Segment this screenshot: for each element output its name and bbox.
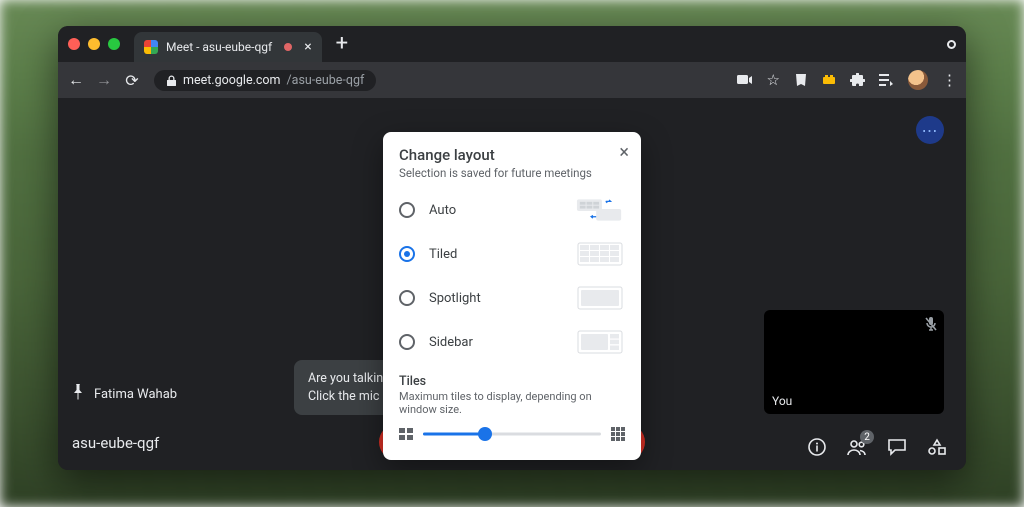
mic-muted-icon — [924, 316, 938, 336]
bookmark-star-icon[interactable]: ☆ — [767, 71, 780, 89]
pinned-participant: Fatima Wahab — [72, 384, 177, 404]
forward-button[interactable]: → — [94, 70, 114, 90]
self-view-label: You — [772, 394, 792, 408]
tiles-slider[interactable] — [423, 426, 601, 442]
toolbar-right: ☆ ⋮ — [737, 70, 958, 90]
extension-yellow-icon[interactable] — [822, 74, 836, 86]
reload-button[interactable]: ⟳ — [122, 71, 142, 90]
tiles-section: Tiles Maximum tiles to display, dependin… — [399, 374, 625, 442]
meeting-details-button[interactable] — [806, 436, 828, 458]
layout-option-auto[interactable]: Auto — [399, 196, 625, 224]
address-path: /asu-eube-qgf — [287, 73, 365, 88]
pinned-name: Fatima Wahab — [94, 387, 177, 402]
tiles-subtitle: Maximum tiles to display, depending on w… — [399, 390, 625, 416]
dialog-subtitle: Selection is saved for future meetings — [399, 166, 625, 180]
window-titlebar: Meet - asu-eube-qgf × + — [58, 26, 966, 62]
option-label: Spotlight — [429, 291, 575, 306]
option-label: Auto — [429, 203, 575, 218]
reading-list-icon[interactable] — [879, 73, 894, 87]
grid-large-icon — [611, 427, 625, 441]
tab-close-button[interactable]: × — [304, 40, 311, 54]
lock-icon — [166, 75, 177, 86]
layout-option-sidebar[interactable]: Sidebar — [399, 328, 625, 356]
dialog-title: Change layout — [399, 146, 625, 164]
option-label: Tiled — [429, 247, 575, 262]
change-layout-dialog: × Change layout Selection is saved for f… — [383, 132, 641, 460]
extensions-puzzle-icon[interactable] — [850, 73, 865, 88]
tab-title: Meet - asu-eube-qgf — [166, 40, 272, 54]
info-controls: 2 — [806, 436, 948, 458]
radio-tiled[interactable] — [399, 246, 415, 262]
browser-window: Meet - asu-eube-qgf × + ← → ⟳ meet.googl… — [58, 26, 966, 470]
participants-button[interactable]: 2 — [846, 436, 868, 458]
sidebar-preview-icon — [575, 328, 625, 356]
overflow-menu-button[interactable]: ⋯ — [916, 116, 944, 144]
browser-tab[interactable]: Meet - asu-eube-qgf × — [134, 32, 322, 62]
window-incognito-icon — [947, 40, 956, 49]
layout-option-spotlight[interactable]: Spotlight — [399, 284, 625, 312]
pin-icon — [72, 384, 84, 404]
address-bar[interactable]: meet.google.com/asu-eube-qgf — [154, 70, 376, 91]
extension-pocket-icon[interactable] — [794, 73, 808, 87]
layout-option-tiled[interactable]: Tiled — [399, 240, 625, 268]
activities-button[interactable] — [926, 436, 948, 458]
auto-preview-icon — [575, 196, 625, 224]
new-tab-button[interactable]: + — [336, 33, 348, 55]
tab-favicon — [144, 40, 158, 54]
browser-toolbar: ← → ⟳ meet.google.com/asu-eube-qgf ☆ — [58, 62, 966, 98]
dialog-close-button[interactable]: × — [619, 142, 629, 163]
tiled-preview-icon — [575, 240, 625, 268]
participants-count-badge: 2 — [860, 430, 874, 444]
recording-indicator-icon — [284, 43, 292, 51]
close-window-button[interactable] — [68, 38, 80, 50]
grid-small-icon — [399, 427, 413, 441]
meeting-code: asu-eube-qgf — [72, 434, 159, 452]
address-host: meet.google.com — [183, 73, 281, 88]
minimize-window-button[interactable] — [88, 38, 100, 50]
spotlight-preview-icon — [575, 284, 625, 312]
meet-content: ⋯ Are you talking Click the mic Fatima W… — [58, 98, 966, 470]
option-label: Sidebar — [429, 335, 575, 350]
browser-menu-button[interactable]: ⋮ — [942, 71, 958, 89]
profile-avatar[interactable] — [908, 70, 928, 90]
tiles-title: Tiles — [399, 374, 625, 389]
maximize-window-button[interactable] — [108, 38, 120, 50]
chat-button[interactable] — [886, 436, 908, 458]
self-view-tile[interactable]: You — [764, 310, 944, 414]
layout-options: Auto Tiled — [399, 196, 625, 356]
camera-indicator-icon[interactable] — [737, 74, 753, 86]
traffic-lights — [68, 38, 120, 50]
radio-sidebar[interactable] — [399, 334, 415, 350]
radio-auto[interactable] — [399, 202, 415, 218]
back-button[interactable]: ← — [66, 70, 86, 90]
radio-spotlight[interactable] — [399, 290, 415, 306]
